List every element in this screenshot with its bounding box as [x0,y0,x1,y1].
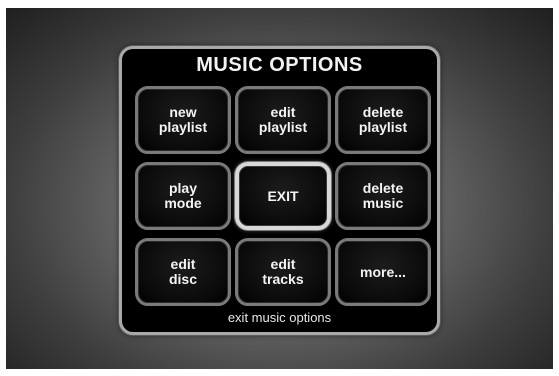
music-options-panel: MUSIC OPTIONS new playlist edit playlist… [119,46,440,335]
delete-music-button[interactable]: delete music [335,162,431,230]
exit-button[interactable]: EXIT [235,162,331,230]
play-mode-button[interactable]: play mode [135,162,231,230]
edit-disc-button[interactable]: edit disc [135,238,231,306]
panel-title: MUSIC OPTIONS [196,54,363,76]
edit-playlist-button[interactable]: edit playlist [235,86,331,154]
new-playlist-button[interactable]: new playlist [135,86,231,154]
delete-playlist-button[interactable]: delete playlist [335,86,431,154]
edit-tracks-button[interactable]: edit tracks [235,238,331,306]
tv-screen: MUSIC OPTIONS new playlist edit playlist… [6,8,553,369]
exit-music-options-hint: exit music options [227,310,332,325]
more-button[interactable]: more... [335,238,431,306]
